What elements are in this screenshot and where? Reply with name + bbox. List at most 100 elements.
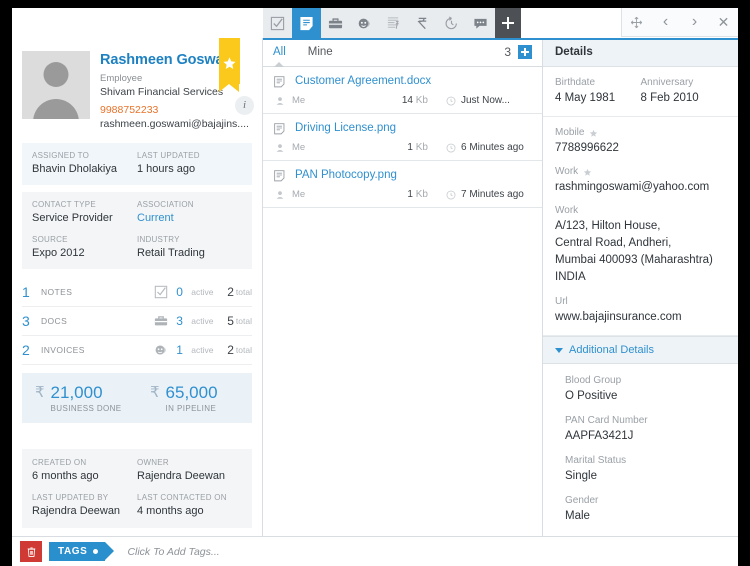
contact-phone[interactable]: 9988752233 [100,104,252,117]
document-owner: Me [292,95,306,106]
star-icon[interactable] [583,168,592,177]
footer-meta-block: CREATED ON 6 months ago OWNER Rajendra D… [22,449,252,528]
additional-details-toggle[interactable]: Additional Details [543,336,738,364]
notes-label: NOTES [41,287,73,297]
toolbar-history-button[interactable] [437,8,466,38]
document-time: Just Now... [446,95,532,106]
document-time-value: 6 Minutes ago [461,142,524,153]
pan-card-value: AAPFA3421J [565,430,634,442]
owner-field: OWNER Rajendra Deewan [137,457,242,484]
document-top: PAN Photocopy.png [273,168,532,183]
document-size-value: 1 [407,142,413,153]
favorite-ribbon[interactable] [219,38,240,92]
toolbar-contacts-button[interactable] [350,8,379,38]
document-size-unit: Kb [415,95,428,106]
contact-summary-panel: i Rashmeen Goswami Employee Shivam Finan… [12,38,263,536]
document-top: Driving License.png [273,121,532,136]
invoices-active-label: active [191,345,214,355]
toolbar-payments-button[interactable] [408,8,437,38]
notes-active-label: active [191,287,214,297]
url-value[interactable]: www.bajajinsurance.com [555,309,726,325]
contact-email[interactable]: rashmeen.goswami@bajajins.... [100,117,252,131]
next-button[interactable]: › [680,8,709,37]
info-button[interactable]: i [235,96,254,115]
document-name[interactable]: PAN Photocopy.png [295,168,397,183]
notes-active-count: 0 [176,285,183,299]
invoices-icon [387,16,399,29]
avatar-body [33,99,79,119]
move-button[interactable] [622,8,651,37]
document-name[interactable]: Driving License.png [295,121,396,136]
document-time: 7 Minutes ago [446,189,532,200]
toolbar-add-button[interactable] [495,8,521,38]
toolbar-deals-button[interactable] [321,8,350,38]
toolbar-comments-button[interactable] [466,8,495,38]
gender-value: Male [565,510,590,522]
deals-icon [155,316,168,326]
tab-all[interactable]: All [273,38,286,66]
docs-count: 3 [22,313,30,329]
invoices-total-count: 2 [227,343,234,357]
invoices-total-label: total [235,345,252,355]
previous-button[interactable]: ‹ [651,8,680,37]
clock-icon [446,96,456,105]
panels: i Rashmeen Goswami Employee Shivam Finan… [12,38,738,536]
last-contacted-on-value: 4 months ago [137,505,204,517]
contact-type-label: CONTACT TYPE [32,200,96,209]
work-email-value[interactable]: rashmingoswami@yahoo.com [555,179,726,195]
document-row[interactable]: Customer Agreement.docx Me 14 Kb Just No… [263,67,542,114]
details-header: Details [543,38,738,67]
add-document-button[interactable] [518,45,532,59]
rupee-icon: ₹ [35,384,45,401]
pan-card-field: PAN Card Number AAPFA3421J [565,414,726,444]
close-button[interactable]: ✕ [709,8,738,37]
assigned-block: ASSIGNED TO Bhavin Dholakiya LAST UPDATE… [22,143,252,185]
toolbar-invoices-button[interactable] [379,8,408,38]
additional-details-title: Additional Details [569,344,654,356]
contact-type-field: CONTACT TYPE Service Provider [32,199,137,226]
document-time-value: 7 Minutes ago [461,189,524,200]
docs-stat-icon-wrap [154,314,176,328]
url-label: Url [555,296,568,307]
notes-total-count: 2 [227,285,234,299]
created-on-field: CREATED ON 6 months ago [32,457,137,484]
contacts-icon [155,345,167,355]
toolbar-tasks-button[interactable] [263,8,292,38]
trash-icon [27,546,35,557]
star-icon[interactable] [589,129,598,138]
document-row[interactable]: PAN Photocopy.png Me 1 Kb 7 Minutes ago [263,161,542,208]
stat-row-invoices[interactable]: 2 INVOICES 1 active 2 total [22,336,252,365]
dates-row: Birthdate 4 May 1981 Anniversary 8 Feb 2… [555,76,726,106]
assigned-row: ASSIGNED TO Bhavin Dholakiya LAST UPDATE… [32,150,242,177]
created-on-label: CREATED ON [32,458,87,467]
mobile-field: Mobile 7788996622 [555,126,726,156]
stat-row-docs[interactable]: 3 DOCS 3 active 5 total [22,307,252,336]
document-name[interactable]: Customer Agreement.docx [295,74,431,89]
association-value[interactable]: Current [137,211,242,226]
tags-input[interactable]: Click To Add Tags... [127,546,219,558]
notes-stat-icon-wrap [154,285,176,299]
work-email-label: Work [555,166,579,177]
source-value: Expo 2012 [32,247,85,259]
invoices-active-count: 1 [176,343,183,357]
document-meta: Me 1 Kb 6 Minutes ago [273,142,532,153]
gender-label: Gender [565,495,599,506]
document-time: 6 Minutes ago [446,142,532,153]
contact-info-block: CONTACT TYPE Service Provider ASSOCIATIO… [22,192,252,269]
association-field: ASSOCIATION Current [137,199,242,226]
user-icon [276,96,284,105]
tags-chip[interactable]: TAGS [49,542,115,561]
delete-button[interactable] [20,541,42,562]
stat-row-notes[interactable]: 1 NOTES 0 active 2 total [22,278,252,307]
clock-icon [446,143,456,152]
document-row[interactable]: Driving License.png Me 1 Kb 6 Minutes ag… [263,114,542,161]
owner-value: Rajendra Deewan [137,470,226,482]
toolbar-notes-button[interactable] [292,8,321,38]
dates-section: Birthdate 4 May 1981 Anniversary 8 Feb 2… [543,67,738,117]
tab-mine[interactable]: Mine [308,38,333,66]
rupee-icon: ₹ [150,384,160,401]
birthdate-field: Birthdate 4 May 1981 [555,76,641,106]
created-on-value: 6 months ago [32,470,99,482]
details-panel: Details Birthdate 4 May 1981 Anniversary… [543,38,738,536]
last-updated-label: LAST UPDATED [137,151,200,160]
